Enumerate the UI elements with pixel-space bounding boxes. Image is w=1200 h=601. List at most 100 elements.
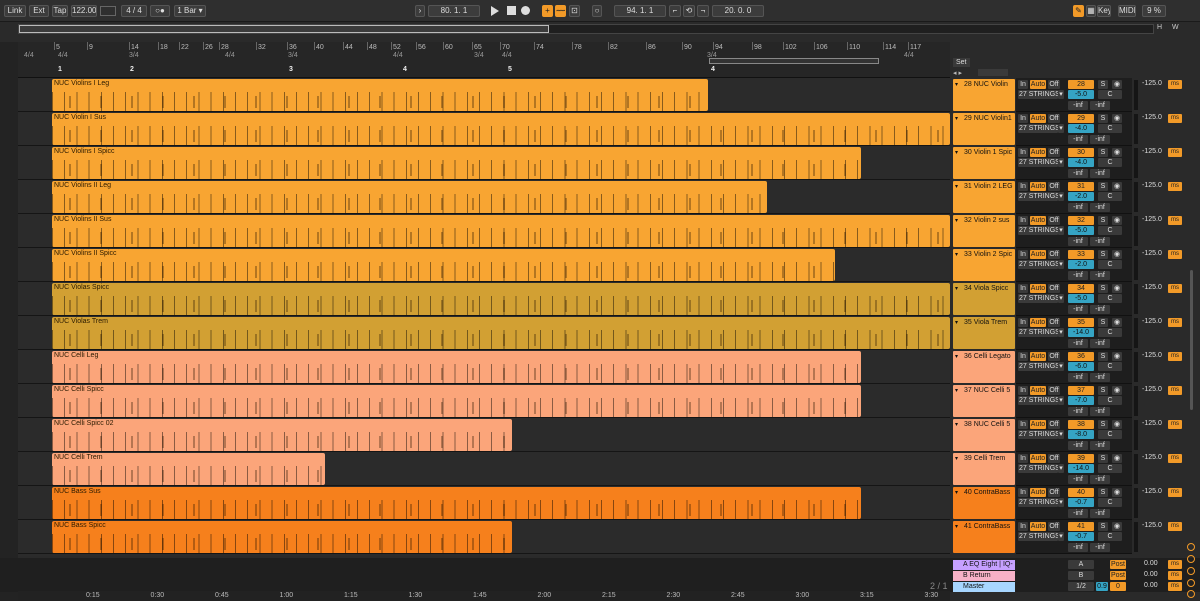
solo-button[interactable]: S bbox=[1098, 386, 1108, 395]
w-button[interactable]: W bbox=[1172, 24, 1179, 31]
track-delay-value[interactable]: -125.0 bbox=[1142, 216, 1162, 223]
track-fold-icon[interactable]: ▾ bbox=[955, 455, 958, 462]
midi-map-button[interactable]: MIDI bbox=[1118, 5, 1136, 17]
beat-ruler[interactable]: 5 9 14 18 22 26 28 32 36 40 44 48 52 56 60 65 70 74 78 82 86… bbox=[18, 42, 950, 78]
input-channel-arrow-icon[interactable]: ▾ bbox=[1058, 430, 1064, 439]
delay-unit-ms[interactable]: ms bbox=[1168, 250, 1182, 259]
input-monitor-off[interactable]: Off bbox=[1048, 216, 1060, 225]
track-lane[interactable]: NUC Violins I Leg bbox=[18, 78, 950, 112]
return-ms[interactable]: ms bbox=[1168, 560, 1182, 569]
delay-unit-ms[interactable]: ms bbox=[1168, 522, 1182, 531]
midi-clip[interactable]: NUC Celli Leg bbox=[52, 351, 861, 383]
midi-clip[interactable]: NUC Violins I Spicc bbox=[52, 147, 861, 179]
time-signature-marker[interactable]: 4/4 bbox=[393, 52, 403, 59]
track-delay-value[interactable]: -125.0 bbox=[1142, 182, 1162, 189]
arm-button[interactable]: ◉ bbox=[1112, 114, 1122, 123]
pan-field[interactable]: C bbox=[1098, 328, 1122, 337]
track-activator[interactable]: 31 bbox=[1068, 182, 1094, 191]
input-monitor-in[interactable]: In bbox=[1018, 182, 1028, 191]
pan-field[interactable]: C bbox=[1098, 192, 1122, 201]
time-signature-marker[interactable]: 4/4 bbox=[904, 52, 914, 59]
input-channel-arrow-icon[interactable]: ▾ bbox=[1058, 294, 1064, 303]
delay-unit-ms[interactable]: ms bbox=[1168, 352, 1182, 361]
delay-unit-ms[interactable]: ms bbox=[1168, 216, 1182, 225]
io-toggle-icon[interactable] bbox=[1187, 543, 1195, 551]
track-activator[interactable]: 35 bbox=[1068, 318, 1094, 327]
track-delay-value[interactable]: -125.0 bbox=[1142, 318, 1162, 325]
return-track-header[interactable]: A EQ Eight | IQ- bbox=[953, 560, 1015, 570]
pan-field[interactable]: C bbox=[1098, 260, 1122, 269]
input-monitor-auto[interactable]: Auto bbox=[1030, 488, 1046, 497]
track-fold-icon[interactable]: ▾ bbox=[955, 149, 958, 156]
overview-visible-range[interactable] bbox=[19, 25, 549, 33]
volume-field[interactable]: -5.0 bbox=[1068, 226, 1094, 235]
input-monitor-off[interactable]: Off bbox=[1048, 352, 1060, 361]
pan-field[interactable]: C bbox=[1098, 90, 1122, 99]
return-ms[interactable]: ms bbox=[1168, 571, 1182, 580]
return-letter[interactable]: A bbox=[1068, 560, 1094, 569]
input-monitor-off[interactable]: Off bbox=[1048, 488, 1060, 497]
track-fold-icon[interactable]: ▾ bbox=[955, 81, 958, 88]
track-header[interactable]: ▾ 34 Viola Spicc bbox=[953, 283, 1015, 315]
locator-tools[interactable] bbox=[978, 69, 1008, 76]
track-lane[interactable]: NUC Violas Spicc bbox=[18, 282, 950, 316]
track-activator[interactable]: 33 bbox=[1068, 250, 1094, 259]
input-channel[interactable]: 27 STRINGS bbox=[1018, 260, 1058, 269]
track-fold-icon[interactable]: ▾ bbox=[955, 353, 958, 360]
input-monitor-in[interactable]: In bbox=[1018, 216, 1028, 225]
track-header[interactable]: ▾ 40 ContraBass bbox=[953, 487, 1015, 519]
input-channel-arrow-icon[interactable]: ▾ bbox=[1058, 192, 1064, 201]
input-monitor-off[interactable]: Off bbox=[1048, 420, 1060, 429]
track-delay-value[interactable]: -125.0 bbox=[1142, 522, 1162, 529]
stop-icon[interactable] bbox=[507, 6, 516, 15]
track-lane[interactable]: NUC Violins II Leg bbox=[18, 180, 950, 214]
overview-strip[interactable] bbox=[18, 24, 1154, 34]
arm-button[interactable]: ◉ bbox=[1112, 352, 1122, 361]
return-volume[interactable]: 0.00 bbox=[1144, 571, 1158, 578]
return-track-header[interactable]: Master bbox=[953, 582, 1015, 592]
nudge-icon[interactable] bbox=[100, 6, 116, 16]
key-map-button[interactable]: Key bbox=[1097, 5, 1111, 17]
pan-field[interactable]: C bbox=[1098, 396, 1122, 405]
input-monitor-auto[interactable]: Auto bbox=[1030, 318, 1046, 327]
input-monitor-off[interactable]: Off bbox=[1048, 522, 1060, 531]
input-channel-arrow-icon[interactable]: ▾ bbox=[1058, 498, 1064, 507]
draw-mode-icon[interactable]: ✎ bbox=[1073, 5, 1084, 17]
track-delay-value[interactable]: -125.0 bbox=[1142, 284, 1162, 291]
track-lane[interactable]: NUC Violins I Spicc bbox=[18, 146, 950, 180]
solo-button[interactable]: S bbox=[1098, 352, 1108, 361]
midi-clip[interactable]: NUC Violins II Sus bbox=[52, 215, 950, 247]
input-monitor-in[interactable]: In bbox=[1018, 114, 1028, 123]
track-delay-value[interactable]: -125.0 bbox=[1142, 80, 1162, 87]
input-channel-arrow-icon[interactable]: ▾ bbox=[1058, 226, 1064, 235]
input-channel-arrow-icon[interactable]: ▾ bbox=[1058, 396, 1064, 405]
volume-field[interactable]: -4.0 bbox=[1068, 158, 1094, 167]
track-header[interactable]: ▾ 32 Violin 2 sus bbox=[953, 215, 1015, 247]
volume-field[interactable]: -2.0 bbox=[1068, 260, 1094, 269]
track-header[interactable]: ▾ 28 NUC Violin bbox=[953, 79, 1015, 111]
midi-clip[interactable]: NUC Violin I Sus bbox=[52, 113, 950, 145]
delay-unit-ms[interactable]: ms bbox=[1168, 386, 1182, 395]
loop-switch-icon[interactable]: ⟲ bbox=[683, 5, 695, 17]
input-channel[interactable]: 27 STRINGS bbox=[1018, 294, 1058, 303]
arm-button[interactable]: ◉ bbox=[1112, 80, 1122, 89]
track-delay-value[interactable]: -125.0 bbox=[1142, 148, 1162, 155]
ext-button[interactable]: Ext bbox=[29, 5, 49, 17]
pan-field[interactable]: C bbox=[1098, 498, 1122, 507]
track-lane[interactable]: NUC Celli Spicc 02 bbox=[18, 418, 950, 452]
input-monitor-in[interactable]: In bbox=[1018, 318, 1028, 327]
volume-field[interactable]: -14.0 bbox=[1068, 328, 1094, 337]
h-button[interactable]: H bbox=[1157, 24, 1162, 31]
sends-toggle-icon[interactable] bbox=[1187, 555, 1195, 563]
track-delay-value[interactable]: -125.0 bbox=[1142, 454, 1162, 461]
master-value[interactable]: 0.9 bbox=[1096, 582, 1108, 591]
input-channel-arrow-icon[interactable]: ▾ bbox=[1058, 124, 1064, 133]
arm-button[interactable]: ◉ bbox=[1112, 284, 1122, 293]
track-fold-icon[interactable]: ▾ bbox=[955, 319, 958, 326]
track-fold-icon[interactable]: ▾ bbox=[955, 523, 958, 530]
solo-button[interactable]: S bbox=[1098, 250, 1108, 259]
input-monitor-in[interactable]: In bbox=[1018, 80, 1028, 89]
loop-record-button[interactable]: ⊡ bbox=[569, 5, 580, 17]
track-fold-icon[interactable]: ▾ bbox=[955, 183, 958, 190]
time-signature-marker[interactable]: 4/4 bbox=[58, 52, 68, 59]
